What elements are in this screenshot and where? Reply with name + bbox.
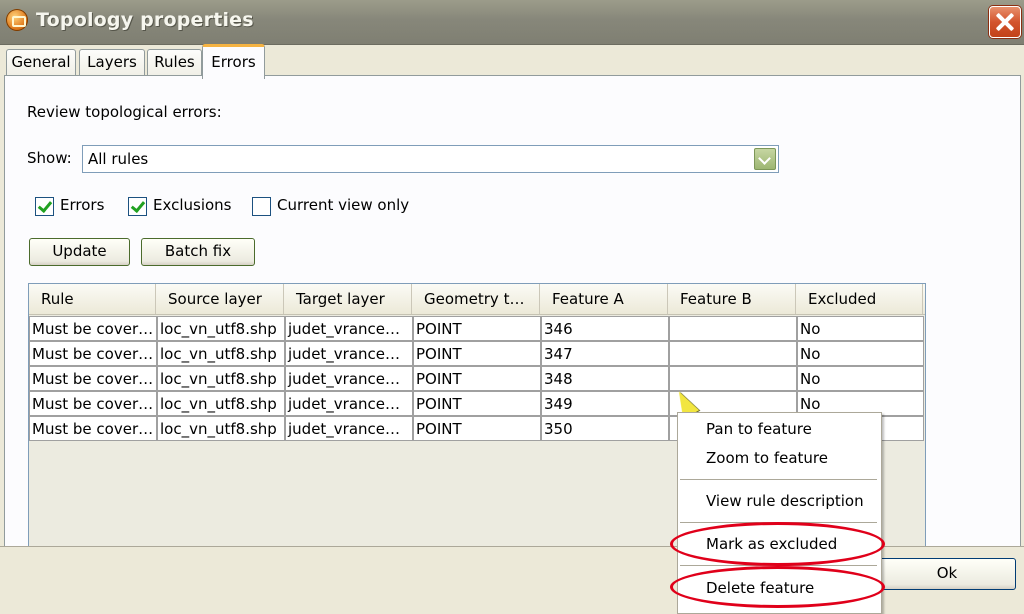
show-label: Show: — [27, 149, 72, 167]
cell-geometry-type: POINT — [413, 366, 541, 391]
cell-rule: Must be cover… — [29, 416, 157, 441]
cell-rule: Must be cover… — [29, 341, 157, 366]
review-errors-heading: Review topological errors: — [27, 103, 222, 121]
cell-source-layer: loc_vn_utf8.shp — [157, 316, 285, 341]
cell-geometry-type: POINT — [413, 391, 541, 416]
tab-errors[interactable]: Errors — [202, 44, 265, 79]
errors-checkbox-label[interactable]: Errors — [60, 196, 104, 214]
table-header: Rule Source layer Target layer Geometry … — [29, 284, 925, 315]
cell-geometry-type: POINT — [413, 416, 541, 441]
menu-item-zoom-to-feature[interactable]: Zoom to feature — [706, 449, 828, 467]
cell-source-layer: loc_vn_utf8.shp — [157, 416, 285, 441]
column-header-feature-a[interactable]: Feature A — [540, 284, 668, 314]
cell-excluded: No — [797, 316, 924, 341]
table-row[interactable]: Must be cover… loc_vn_utf8.shp judet_vra… — [29, 341, 925, 366]
current-view-only-checkbox[interactable] — [252, 197, 271, 216]
cell-feature-b — [669, 316, 797, 341]
menu-separator — [680, 565, 877, 566]
cell-source-layer: loc_vn_utf8.shp — [157, 391, 285, 416]
menu-item-pan-to-feature[interactable]: Pan to feature — [706, 420, 812, 438]
tab-rules[interactable]: Rules — [147, 49, 202, 76]
cell-excluded: No — [797, 341, 924, 366]
cell-rule: Must be cover… — [29, 391, 157, 416]
column-header-rule[interactable]: Rule — [29, 284, 156, 314]
tab-general[interactable]: General — [6, 49, 76, 76]
show-rules-value: All rules — [88, 150, 149, 168]
table-row[interactable]: Must be cover… loc_vn_utf8.shp judet_vra… — [29, 316, 925, 341]
batch-fix-button[interactable]: Batch fix — [141, 238, 255, 266]
ok-button[interactable]: Ok — [878, 558, 1016, 590]
cell-source-layer: loc_vn_utf8.shp — [157, 366, 285, 391]
cell-feature-a: 350 — [541, 416, 669, 441]
menu-separator — [680, 479, 877, 480]
cell-target-layer: judet_vrance… — [285, 416, 413, 441]
column-header-source-layer[interactable]: Source layer — [156, 284, 284, 314]
cell-geometry-type: POINT — [413, 341, 541, 366]
cell-feature-a: 348 — [541, 366, 669, 391]
update-button[interactable]: Update — [29, 238, 130, 266]
cell-feature-b — [669, 341, 797, 366]
cell-rule: Must be cover… — [29, 316, 157, 341]
cell-target-layer: judet_vrance… — [285, 391, 413, 416]
column-header-geometry-type[interactable]: Geometry t… — [412, 284, 540, 314]
menu-item-mark-as-excluded[interactable]: Mark as excluded — [706, 535, 837, 553]
cell-source-layer: loc_vn_utf8.shp — [157, 341, 285, 366]
cell-rule: Must be cover… — [29, 366, 157, 391]
column-header-feature-b[interactable]: Feature B — [668, 284, 796, 314]
cell-feature-b — [669, 366, 797, 391]
menu-separator — [680, 522, 877, 523]
menu-item-delete-feature[interactable]: Delete feature — [706, 579, 814, 597]
cell-target-layer: judet_vrance… — [285, 341, 413, 366]
current-view-only-label[interactable]: Current view only — [277, 196, 409, 214]
cell-excluded: No — [797, 366, 924, 391]
cell-feature-a: 347 — [541, 341, 669, 366]
tab-layers[interactable]: Layers — [79, 49, 145, 76]
title-bar: Topology properties — [0, 0, 1024, 45]
errors-checkbox[interactable] — [35, 197, 54, 216]
exclusions-checkbox[interactable] — [128, 197, 147, 216]
cell-target-layer: judet_vrance… — [285, 316, 413, 341]
exclusions-checkbox-label[interactable]: Exclusions — [153, 196, 232, 214]
menu-item-view-rule-description[interactable]: View rule description — [706, 492, 864, 510]
cell-feature-a: 349 — [541, 391, 669, 416]
column-header-target-layer[interactable]: Target layer — [284, 284, 412, 314]
cell-feature-a: 346 — [541, 316, 669, 341]
app-icon — [6, 9, 28, 31]
close-button[interactable] — [989, 6, 1021, 38]
context-menu: Pan to feature Zoom to feature View rule… — [677, 412, 882, 614]
column-header-excluded[interactable]: Excluded — [796, 284, 923, 314]
cell-target-layer: judet_vrance… — [285, 366, 413, 391]
table-row[interactable]: Must be cover… loc_vn_utf8.shp judet_vra… — [29, 366, 925, 391]
chevron-down-icon[interactable] — [754, 148, 776, 170]
window-title: Topology properties — [36, 9, 254, 31]
show-rules-dropdown[interactable]: All rules — [82, 145, 779, 173]
cell-geometry-type: POINT — [413, 316, 541, 341]
